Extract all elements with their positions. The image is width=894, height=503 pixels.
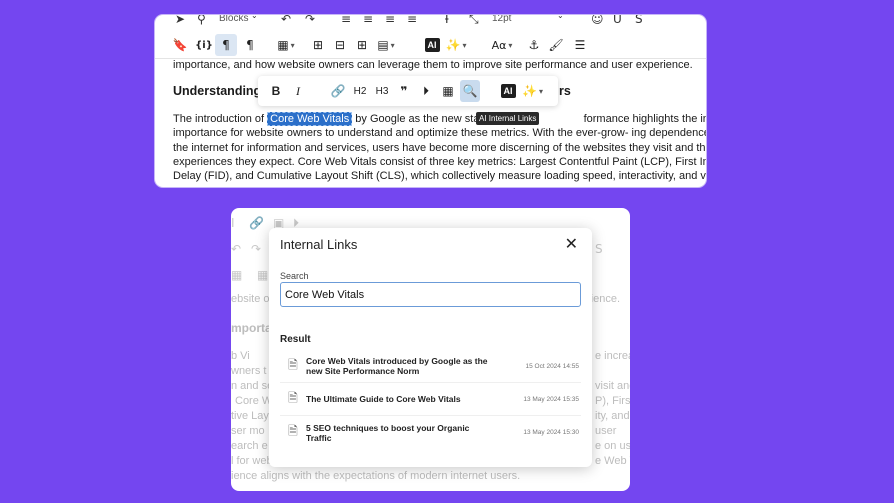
selected-text[interactable]: Core Web Vitals bbox=[267, 112, 353, 126]
table-icon[interactable]: ▦ bbox=[438, 80, 458, 102]
heading-3-button[interactable]: H3 bbox=[372, 80, 392, 102]
table-insert-icon[interactable]: ⊞ bbox=[307, 34, 329, 56]
tooltip: AI Internal Links bbox=[476, 112, 540, 125]
font-size-dropdown[interactable]: 12pt bbox=[492, 15, 511, 24]
ltr-direction-icon[interactable]: ¶ bbox=[215, 34, 237, 56]
table-icon[interactable]: ▦ ▾ bbox=[275, 34, 297, 56]
document-icon: 🗎 bbox=[288, 390, 298, 405]
result-title: 5 SEO techniques to boost your Organic T… bbox=[306, 422, 470, 443]
underline-icon[interactable]: U bbox=[613, 15, 622, 26]
table-cell-icon[interactable]: ⊟ bbox=[329, 34, 351, 56]
strikethrough-icon[interactable]: S bbox=[635, 15, 643, 26]
align-left-icon[interactable]: ≡ bbox=[341, 15, 351, 26]
section-heading-end: rs bbox=[559, 84, 571, 98]
strikethrough-icon: S bbox=[595, 242, 603, 256]
redo-icon[interactable]: ↷ bbox=[305, 15, 315, 26]
toolbar-row-2: 🔖 {i} ¶ ¶ ▦ ▾ ⊞ ⊟ ⊞ ▤ ▾ AI ✨ ▾ Aα ▾ ⚓ 🖌 ☰ bbox=[155, 31, 706, 59]
section-heading: Understanding bbox=[173, 84, 262, 98]
toolbar-row-1: ➤ ⚲ Blocks ⌄ ↶ ↷ ≡ ≡ ≡ ≡ Ɨ ⤡ 12pt ⌄ ☺ U … bbox=[155, 15, 706, 27]
result-item[interactable]: 🗎 Core Web Vitals introduced by Google a… bbox=[280, 350, 581, 383]
result-title: Core Web Vitals introduced by Google as … bbox=[306, 356, 488, 376]
format-painter-icon[interactable]: 🖌 bbox=[545, 34, 567, 56]
cursor-icon[interactable]: ➤ bbox=[175, 15, 185, 26]
result-title: The Ultimate Guide to Core Web Vitals bbox=[306, 394, 461, 404]
document-icon: 🗎 bbox=[288, 424, 298, 438]
table-column-icon[interactable]: ⊞ bbox=[351, 34, 373, 56]
media-icon[interactable]: ⏵ bbox=[416, 80, 436, 102]
chevron-down-icon: ⌄ bbox=[251, 15, 258, 20]
font-style-icon[interactable]: Aα ▾ bbox=[491, 34, 513, 56]
search-label: Search bbox=[280, 271, 309, 281]
code-braces-icon[interactable]: {i} bbox=[193, 34, 215, 56]
dialog-title: Internal Links bbox=[280, 237, 358, 252]
table-row-icon[interactable]: ▤ ▾ bbox=[375, 34, 397, 56]
table-icon: ▦ bbox=[231, 268, 243, 282]
table-icon: ▦ bbox=[257, 268, 269, 282]
fullscreen-icon[interactable]: ⤡ bbox=[469, 15, 479, 27]
result-date: 13 May 2024 15:30 bbox=[523, 429, 579, 436]
result-heading: Result bbox=[280, 334, 311, 345]
blocks-dropdown[interactable]: Blocks bbox=[219, 15, 248, 24]
undo-icon: ↶ bbox=[231, 242, 242, 256]
stamp-icon[interactable]: ⚓ bbox=[523, 34, 545, 56]
align-right-icon[interactable]: ≡ bbox=[385, 15, 395, 26]
result-item[interactable]: 🗎 5 SEO techniques to boost your Organic… bbox=[280, 416, 581, 449]
redo-icon: ↷ bbox=[251, 242, 262, 256]
result-item[interactable]: 🗎 The Ultimate Guide to Core Web Vitals … bbox=[280, 383, 581, 416]
document-icon: 🗎 bbox=[288, 357, 298, 372]
result-list: 🗎 Core Web Vitals introduced by Google a… bbox=[280, 350, 581, 449]
list-icon[interactable]: ☰ bbox=[569, 34, 591, 56]
ai-internal-links-button[interactable]: 🔍 bbox=[460, 80, 480, 102]
italic-icon: I bbox=[231, 216, 235, 230]
italic-button[interactable]: I bbox=[288, 80, 308, 102]
magic-wand-icon[interactable]: ✨ ▾ bbox=[445, 34, 467, 56]
magic-wand-icon[interactable]: ✨ ▾ bbox=[522, 80, 543, 102]
align-center-icon[interactable]: ≡ bbox=[363, 15, 373, 26]
ai-assistant-button[interactable]: AI bbox=[498, 80, 518, 102]
ai-assistant-button[interactable]: AI bbox=[421, 34, 443, 56]
rtl-direction-icon[interactable]: ¶ bbox=[239, 34, 261, 56]
bold-button[interactable]: B bbox=[266, 80, 286, 102]
floating-toolbar: B I 🔗 H2 H3 ❞ ⏵ ▦ 🔍 AI ✨ ▾ bbox=[258, 76, 558, 106]
result-date: 13 May 2024 15:35 bbox=[523, 395, 579, 403]
paragraph: The introduction of Core Web Vitals by G… bbox=[173, 112, 706, 183]
result-date: 15 Oct 2024 14:55 bbox=[525, 362, 580, 370]
heading-2-button[interactable]: H2 bbox=[350, 80, 370, 102]
undo-icon[interactable]: ↶ bbox=[281, 15, 291, 26]
bookmark-icon[interactable]: 🔖 bbox=[169, 34, 191, 56]
link-icon: 🔗 bbox=[249, 216, 264, 230]
clear-format-icon[interactable]: Ɨ bbox=[445, 15, 449, 26]
paragraph-line: importance, and how website owners can l… bbox=[173, 59, 693, 71]
justify-icon[interactable]: ≡ bbox=[407, 15, 417, 26]
close-icon[interactable]: ✕ bbox=[565, 234, 578, 253]
link-icon[interactable]: 🔗 bbox=[328, 80, 348, 102]
chevron-down-icon: ⌄ bbox=[557, 15, 564, 20]
internal-links-dialog: Internal Links ✕ Search Result 🗎 Core We… bbox=[269, 228, 592, 467]
search-input[interactable] bbox=[280, 282, 581, 307]
emoji-icon[interactable]: ☺ bbox=[591, 15, 604, 26]
quote-icon[interactable]: ❞ bbox=[394, 80, 414, 102]
zoom-icon[interactable]: ⚲ bbox=[197, 15, 206, 26]
